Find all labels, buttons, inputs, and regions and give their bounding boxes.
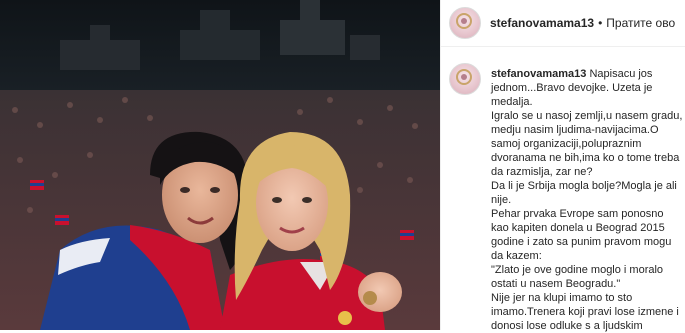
caption-line-1: stefanovamama13 Napisacu jos jednom...Br… [491,67,683,109]
post-username[interactable]: stefanovamama13 [490,16,594,30]
follow-button[interactable]: Пратите ово [606,16,675,30]
caption-text: stefanovamama13 Napisacu jos jednom...Br… [491,67,683,333]
caption-line-5: "Zlato je ove godine moglo i moralo osta… [491,264,664,290]
profile-photo-icon[interactable] [449,7,481,39]
post-photo[interactable] [0,0,440,330]
caption-line-3: Da li je Srbija mogla bolje?Mogla je ali… [491,180,677,206]
caption-line-2: Igralo se u nasoj zemlji,u nasem gradu, … [491,110,683,178]
caption-username[interactable]: stefanovamama13 [491,68,586,80]
post-header: stefanovamama13 • Пратите ово [441,0,685,47]
header-separator: • [598,16,603,30]
caption-line-6: Nije jer na klupi imamo to sto imamo.Tre… [491,292,679,332]
caption-line-4: Pehar prvaka Evrope sam ponosno kao kapi… [491,208,672,262]
avatar-dot [461,74,467,80]
avatar-dot [461,18,467,24]
post-side-panel: stefanovamama13 • Пратите ово stefanovam… [441,0,685,333]
caption-avatar-icon[interactable] [449,63,481,95]
